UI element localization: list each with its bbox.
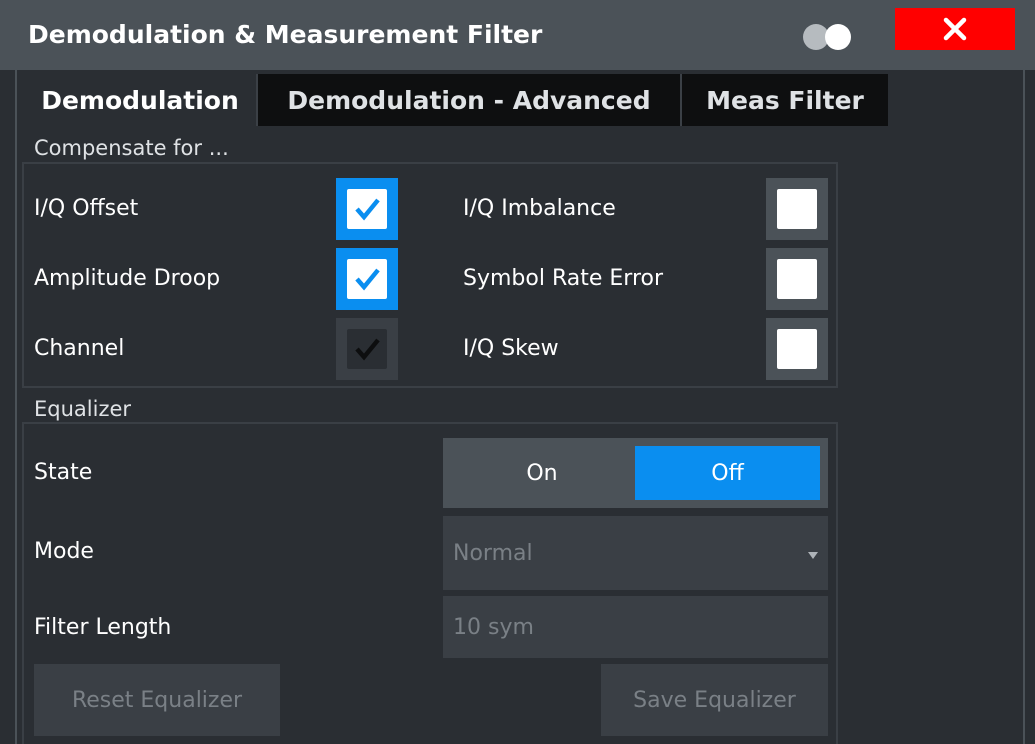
state-on-option[interactable]: On: [451, 446, 633, 500]
amplitude-droop-checkbox[interactable]: [336, 248, 398, 310]
iq-offset-checkbox[interactable]: [336, 178, 398, 240]
checkmark-icon: [355, 338, 380, 361]
symbol-rate-error-checkbox[interactable]: [766, 248, 828, 310]
checkmark-icon: [355, 268, 380, 291]
title-bar: Demodulation & Measurement Filter: [0, 0, 1035, 70]
checkbox-box: [777, 329, 817, 369]
channel-checkbox[interactable]: [336, 318, 398, 380]
tab-demodulation[interactable]: Demodulation: [24, 74, 256, 126]
amplitude-droop-label: Amplitude Droop: [34, 266, 221, 291]
filter-length-field[interactable]: 10 sym: [443, 596, 828, 658]
equalizer-section-label: Equalizer: [34, 397, 132, 421]
reset-equalizer-label: Reset Equalizer: [71, 687, 243, 713]
tab-demodulation-advanced[interactable]: Demodulation - Advanced: [256, 74, 680, 126]
iq-skew-checkbox[interactable]: [766, 318, 828, 380]
checkbox-box: [777, 189, 817, 229]
close-icon: [943, 17, 967, 41]
save-equalizer-label: Save Equalizer: [633, 687, 796, 713]
filter-length-label: Filter Length: [34, 615, 172, 640]
channel-label: Channel: [34, 336, 125, 361]
tab-label: Demodulation: [41, 85, 239, 115]
filter-length-value: 10 sym: [453, 614, 534, 640]
checkbox-box: [347, 329, 387, 369]
iq-skew-label: I/Q Skew: [463, 336, 559, 361]
checkmark-icon: [355, 198, 380, 221]
tab-label: Demodulation - Advanced: [287, 85, 651, 115]
symbol-rate-error-label: Symbol Rate Error: [463, 266, 664, 291]
close-button[interactable]: [895, 8, 1015, 50]
mode-label: Mode: [34, 539, 94, 564]
iq-offset-label: I/Q Offset: [34, 196, 139, 221]
checkbox-box: [347, 259, 387, 299]
compensate-section-label: Compensate for ...: [34, 136, 229, 160]
tab-meas-filter[interactable]: Meas Filter: [680, 74, 888, 126]
tab-label: Meas Filter: [706, 85, 864, 115]
state-off-option[interactable]: Off: [635, 446, 820, 500]
reset-equalizer-button[interactable]: Reset Equalizer: [34, 664, 280, 736]
toggle-icon[interactable]: [803, 24, 853, 50]
checkbox-box: [347, 189, 387, 229]
state-label: State: [34, 460, 93, 485]
iq-imbalance-checkbox[interactable]: [766, 178, 828, 240]
dialog-title: Demodulation & Measurement Filter: [28, 20, 543, 49]
equalizer-state-toggle: On Off: [443, 438, 828, 508]
mode-dropdown[interactable]: Normal: [443, 516, 828, 590]
mode-value: Normal: [453, 540, 533, 566]
chevron-down-icon: [808, 552, 818, 559]
iq-imbalance-label: I/Q Imbalance: [463, 196, 616, 221]
save-equalizer-button[interactable]: Save Equalizer: [601, 664, 828, 736]
checkbox-box: [777, 259, 817, 299]
